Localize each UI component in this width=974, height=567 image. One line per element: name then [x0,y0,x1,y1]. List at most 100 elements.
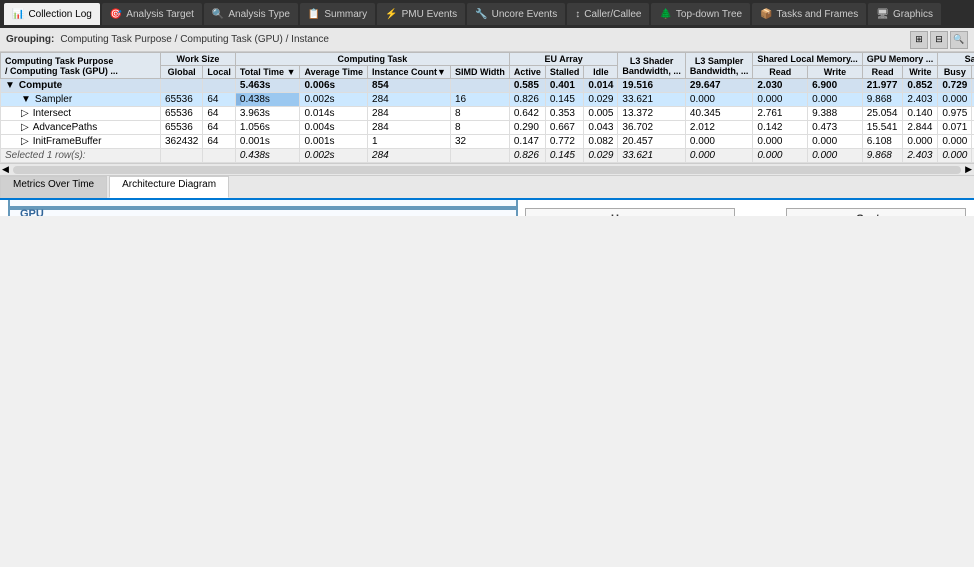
cell: 0.000 [808,93,863,107]
cell: 32 [450,135,509,149]
grouping-label: Grouping: [6,34,54,45]
expand-icon[interactable]: ▷ [21,108,29,119]
metrics-over-time-label: Metrics Over Time [13,179,94,190]
col-header-instance-count[interactable]: Instance Count▼ [368,66,451,79]
toolbar: 📊 Collection Log 🎯 Analysis Target 🔍 Ana… [0,0,974,28]
cell: 6.900 [808,79,863,93]
cell: 0.000 [808,135,863,149]
grouping-value: Computing Task Purpose / Computing Task … [60,34,904,45]
col-header-slm-read: Read [753,66,808,79]
cell [203,149,236,163]
tab-analysis-target[interactable]: 🎯 Analysis Target [102,3,202,25]
col-header-simd-width: SIMD Width [450,66,509,79]
table-row[interactable]: ▷InitFrameBuffer 362432 64 0.001s 0.001s… [1,135,974,149]
expand-icon[interactable]: ▷ [21,136,29,147]
cell [203,79,236,93]
cell: 0.000 [938,135,972,149]
tab-summary-label: Summary [324,9,367,20]
col-header-total-time[interactable]: Total Time ▼ [235,66,300,79]
cell: 20.457 [618,135,686,149]
top-down-tree-icon: 🌲 [659,9,671,20]
tab-uncore-events-label: Uncore Events [492,9,558,20]
row-name: ▼Sampler [1,93,161,107]
arch-arrows [10,210,516,216]
cpu-container: Utilization: 2.1% CPU [8,200,518,208]
tab-collection-log-label: Collection Log [28,9,91,20]
tab-metrics-over-time[interactable]: Metrics Over Time [0,176,107,198]
cell: 0.000 [903,135,938,149]
cell: 284 [368,149,451,163]
cell: 0.667 [545,121,584,135]
row-name: ▷AdvancePaths [1,121,161,135]
scroll-right-arrow[interactable]: ▶ [965,164,972,175]
cell: 362432 [161,135,203,149]
tab-top-down-tree-label: Top-down Tree [676,9,742,20]
col-group-sampler: Sampler [938,53,974,66]
horizontal-scrollbar[interactable]: ◀ ▶ [0,163,974,175]
table-row: ▼Compute 5.463s 0.006s 854 0.585 0.401 0… [1,79,974,93]
cell: 1 [368,135,451,149]
cell: 0.000 [808,149,863,163]
cell: 0.729 [938,79,972,93]
expand-icon[interactable]: ▼ [21,94,31,105]
system-container: System DRAM [786,208,966,216]
col-group-gpu-memory: GPU Memory ... [862,53,938,66]
expand-all-button[interactable]: ⊞ [910,31,928,49]
tab-summary[interactable]: 📋 Summary [300,3,375,25]
tab-analysis-type[interactable]: 🔍 Analysis Type [204,3,298,25]
cell: 854 [368,79,451,93]
tab-graphics-label: Graphics [893,9,933,20]
expand-icon[interactable]: ▷ [21,122,29,133]
tab-architecture-diagram[interactable]: Architecture Diagram [109,176,229,198]
expand-icon[interactable]: ▼ [5,80,15,91]
cell: 0.438s [235,93,300,107]
analysis-type-icon: 🔍 [212,9,224,20]
col-header-idle: Idle [584,66,618,79]
cell: 0.353 [545,107,584,121]
col-header-active: Active [509,66,545,79]
cell: 0.642 [509,107,545,121]
cell: 33.621 [618,93,686,107]
tab-uncore-events[interactable]: 🔧 Uncore Events [467,3,565,25]
col-group-eu-array: EU Array [509,53,618,66]
col-header-l3-sampler: L3 SamplerBandwidth, ... [685,53,753,79]
uncore-events-icon: 🔧 [475,9,487,20]
table-row[interactable]: ▷AdvancePaths 65536 64 1.056s 0.004s 284… [1,121,974,135]
gpu-container: GPU ExecutionUnits Array Active: 82.6% S… [8,208,518,216]
cell: 36.702 [618,121,686,135]
tab-tasks-and-frames[interactable]: 📦 Tasks and Frames [752,3,866,25]
cell: 5.463s [235,79,300,93]
tab-collection-log[interactable]: 📊 Collection Log [4,3,100,25]
tab-pmu-events-label: PMU Events [402,9,458,20]
table-row[interactable]: ▼Sampler 65536 64 0.438s 0.002s 284 16 0… [1,93,974,107]
selected-info: Selected 1 row(s): [1,149,161,163]
cell: 15.541 [862,121,903,135]
cell: 0.000 [938,149,972,163]
cell: 2.403 [903,149,938,163]
architecture-diagram-label: Architecture Diagram [122,179,216,190]
tab-top-down-tree[interactable]: 🌲 Top-down Tree [651,3,750,25]
cell: 0.145 [545,149,584,163]
tab-caller-callee[interactable]: ↕ Caller/Callee [567,3,649,25]
tab-graphics[interactable]: 🖥 Graphics [868,3,941,25]
collection-log-icon: 📊 [12,9,24,20]
collapse-all-button[interactable]: ⊟ [930,31,948,49]
col-group-shared-local-memory: Shared Local Memory... [753,53,862,66]
cell: 0.014s [300,107,368,121]
cell: 64 [203,107,236,121]
table-row[interactable]: ▷Intersect 65536 64 3.963s 0.014s 284 8 … [1,107,974,121]
cell: 0.001s [235,135,300,149]
cell: 65536 [161,107,203,121]
cell: 2.012 [685,121,753,135]
uncore-label: Uncore [530,213,730,216]
scroll-track[interactable] [13,166,961,174]
search-button[interactable]: 🔍 [950,31,968,49]
cell: 0.140 [903,107,938,121]
tab-pmu-events[interactable]: ⚡ PMU Events [377,3,465,25]
cell: 0.002s [300,149,368,163]
cell: 0.290 [509,121,545,135]
scroll-left-arrow[interactable]: ◀ [2,164,9,175]
grouping-icons: ⊞ ⊟ 🔍 [910,31,968,49]
architecture-diagram: GPU ExecutionUnits Array Active: 82.6% S… [0,200,974,216]
cell: 13.372 [618,107,686,121]
